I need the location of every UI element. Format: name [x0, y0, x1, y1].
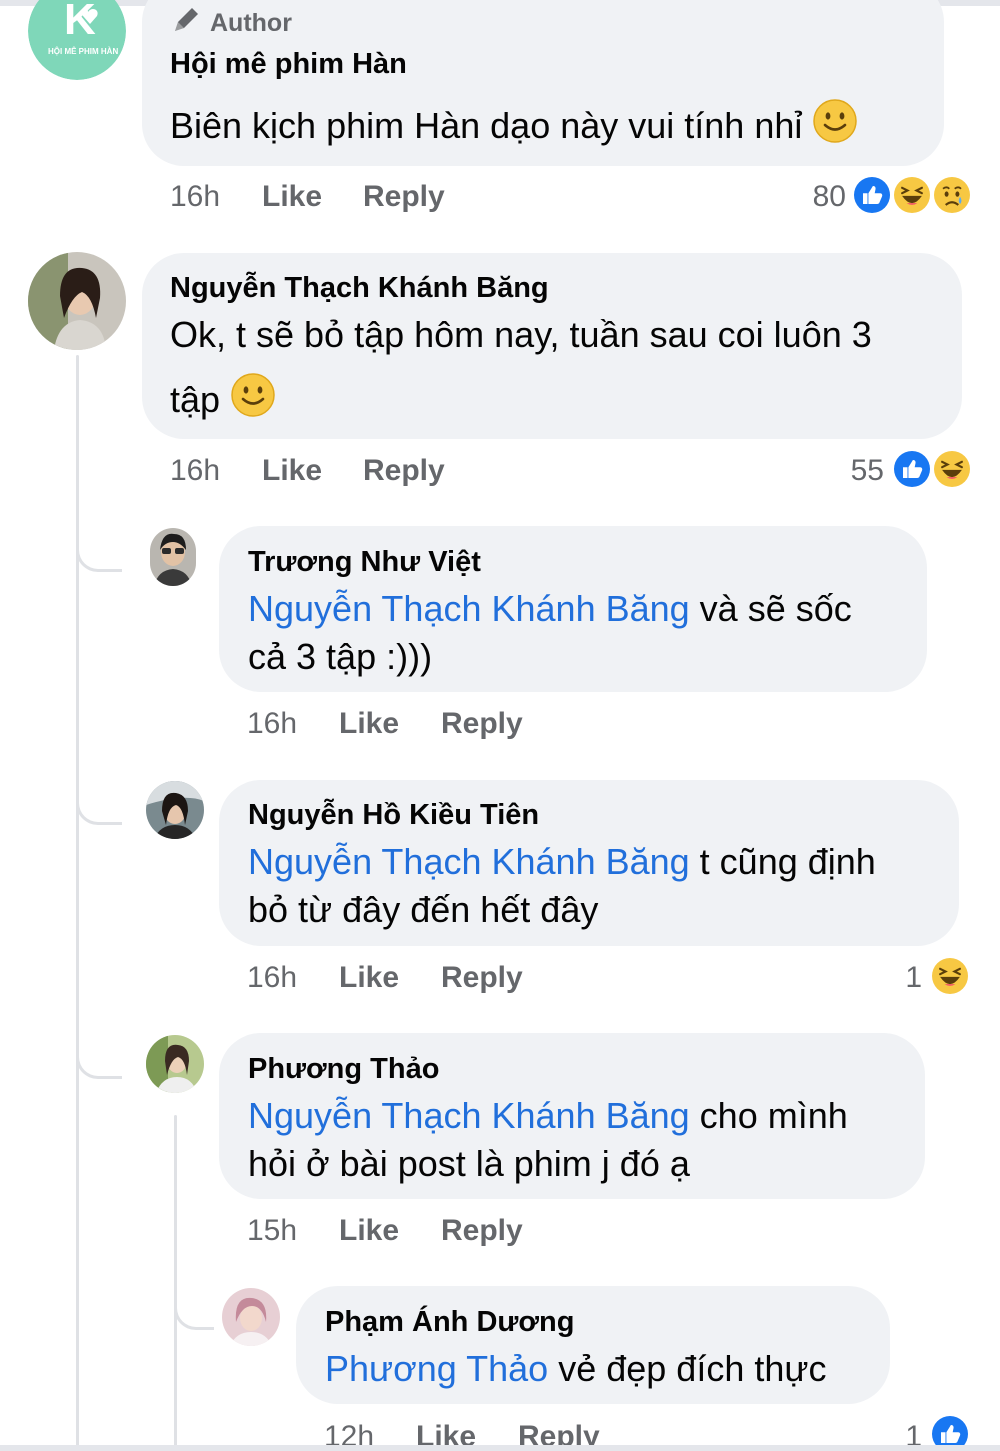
comment-time[interactable]: 16h: [170, 454, 220, 488]
comment-text-line2: tập: [170, 372, 276, 431]
reply-button[interactable]: Reply: [363, 454, 445, 488]
like-button[interactable]: Like: [339, 961, 399, 995]
mention-link[interactable]: Phương Thảo: [325, 1348, 548, 1389]
pencil-icon: [172, 6, 202, 41]
reply-button[interactable]: Reply: [363, 180, 445, 214]
avatar[interactable]: K HỘI MÊ PHIM HÀN: [28, 0, 126, 80]
svg-text:HỘI MÊ PHIM HÀN: HỘI MÊ PHIM HÀN: [48, 47, 118, 56]
like-button[interactable]: Like: [339, 1214, 399, 1248]
thread-curve-nested: [174, 1280, 214, 1330]
comment-text-line1: Ok, t sẽ bỏ tập hôm nay, tuần sau coi lu…: [170, 314, 872, 355]
commenter-name[interactable]: Nguyễn Thạch Khánh Băng: [170, 272, 549, 305]
like-button[interactable]: Like: [262, 454, 322, 488]
reaction-count[interactable]: 1: [880, 961, 922, 995]
comment-time[interactable]: 16h: [170, 180, 220, 214]
avatar[interactable]: [222, 1288, 280, 1346]
author-badge: Author: [172, 6, 292, 41]
comment-text: Biên kịch phim Hàn dạo này vui tính nhỉ: [170, 98, 940, 157]
comment-time[interactable]: 15h: [247, 1214, 297, 1248]
thread-curve-2: [76, 773, 122, 825]
reply-button[interactable]: Reply: [441, 961, 523, 995]
comment-text-line1: Nguyễn Thạch Khánh Băng cho mình: [248, 1095, 848, 1136]
smile-emoji-icon: [230, 372, 276, 431]
comment-text: Phương Thảo vẻ đẹp đích thực: [325, 1348, 827, 1389]
smile-emoji-icon: [812, 98, 858, 157]
thread-curve-1: [76, 520, 122, 572]
haha-icon: [929, 955, 971, 997]
comment-time[interactable]: 16h: [247, 707, 297, 741]
bottom-divider: [0, 1445, 1000, 1451]
sad-icon: [931, 174, 973, 216]
comment-time[interactable]: 16h: [247, 961, 297, 995]
comment-text-line1: Nguyễn Thạch Khánh Băng và sẽ sốc: [248, 588, 852, 629]
mention-link[interactable]: Nguyễn Thạch Khánh Băng: [248, 588, 690, 629]
mention-link[interactable]: Nguyễn Thạch Khánh Băng: [248, 841, 690, 882]
commenter-name[interactable]: Phạm Ánh Dương: [325, 1306, 574, 1339]
mention-link[interactable]: Nguyễn Thạch Khánh Băng: [248, 1095, 690, 1136]
author-label: Author: [210, 9, 292, 37]
like-icon: [891, 448, 933, 490]
comment-text-line1: Nguyễn Thạch Khánh Băng t cũng định: [248, 841, 876, 882]
comment-text-line2: hỏi ở bài post là phim j đó ạ: [248, 1143, 690, 1184]
comment-text-line2: bỏ từ đây đến hết đây: [248, 889, 599, 930]
reply-button[interactable]: Reply: [441, 707, 523, 741]
avatar[interactable]: [150, 528, 196, 586]
haha-icon: [891, 174, 933, 216]
avatar[interactable]: [146, 781, 204, 839]
comment-text-line2: cả 3 tập :))): [248, 636, 433, 677]
thread-curve-3: [76, 1027, 122, 1079]
like-icon: [851, 174, 893, 216]
commenter-name[interactable]: Phương Thảo: [248, 1053, 439, 1086]
avatar[interactable]: [146, 1035, 204, 1093]
reaction-count[interactable]: 80: [780, 180, 846, 214]
avatar[interactable]: [28, 252, 126, 350]
commenter-name[interactable]: Hội mê phim Hàn: [170, 48, 407, 81]
reply-button[interactable]: Reply: [441, 1214, 523, 1248]
commenter-name[interactable]: Trương Như Việt: [248, 546, 481, 579]
like-button[interactable]: Like: [262, 180, 322, 214]
haha-icon: [931, 448, 973, 490]
reaction-count[interactable]: 55: [820, 454, 884, 488]
like-button[interactable]: Like: [339, 707, 399, 741]
commenter-name[interactable]: Nguyễn Hồ Kiều Tiên: [248, 799, 539, 832]
